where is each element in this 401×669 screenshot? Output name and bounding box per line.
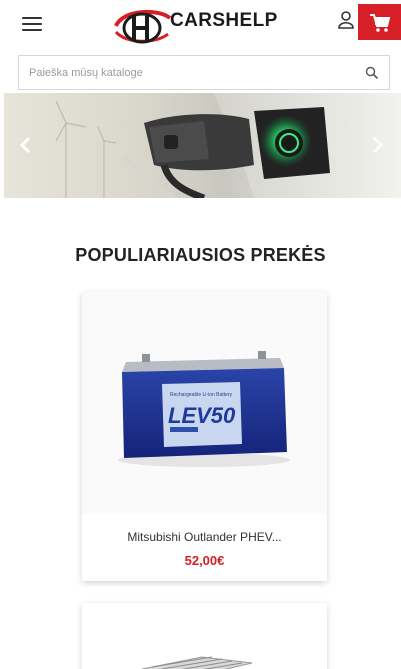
search-input[interactable]: [29, 64, 349, 82]
product-image[interactable]: [82, 603, 327, 669]
svg-text:Rechargeable Li-ion Battery: Rechargeable Li-ion Battery: [170, 392, 232, 398]
hero-banner[interactable]: [4, 93, 401, 198]
logo-mark-icon: [114, 9, 172, 44]
product-image[interactable]: Rechargeable Li-ion Battery LEV50: [82, 292, 327, 514]
product-name[interactable]: Mitsubishi Outlander PHEV...: [82, 530, 327, 544]
chevron-right-icon: [372, 136, 384, 154]
search-icon[interactable]: [365, 66, 379, 80]
banner-image: [55, 93, 401, 198]
search-bar: [18, 55, 390, 90]
product-price: 52,00€: [184, 553, 225, 568]
section-title: POPULIARIAUSIOS PREKĖS: [75, 245, 326, 265]
product-image-label: LEV50: [168, 403, 236, 428]
site-header: CARSHELP: [0, 0, 401, 52]
chevron-left-icon: [19, 136, 31, 154]
brand-name: CARSHELP: [170, 10, 278, 31]
cart-button[interactable]: [358, 4, 401, 40]
shopping-cart-icon: [370, 14, 391, 32]
product-card[interactable]: Rechargeable Li-ion Battery LEV50 Mitsub…: [82, 292, 327, 581]
hamburger-menu-icon[interactable]: [22, 14, 42, 32]
slider-prev-button[interactable]: [14, 133, 38, 157]
slider-next-button[interactable]: [365, 133, 389, 157]
product-card[interactable]: [82, 603, 327, 669]
user-icon[interactable]: [337, 10, 355, 30]
